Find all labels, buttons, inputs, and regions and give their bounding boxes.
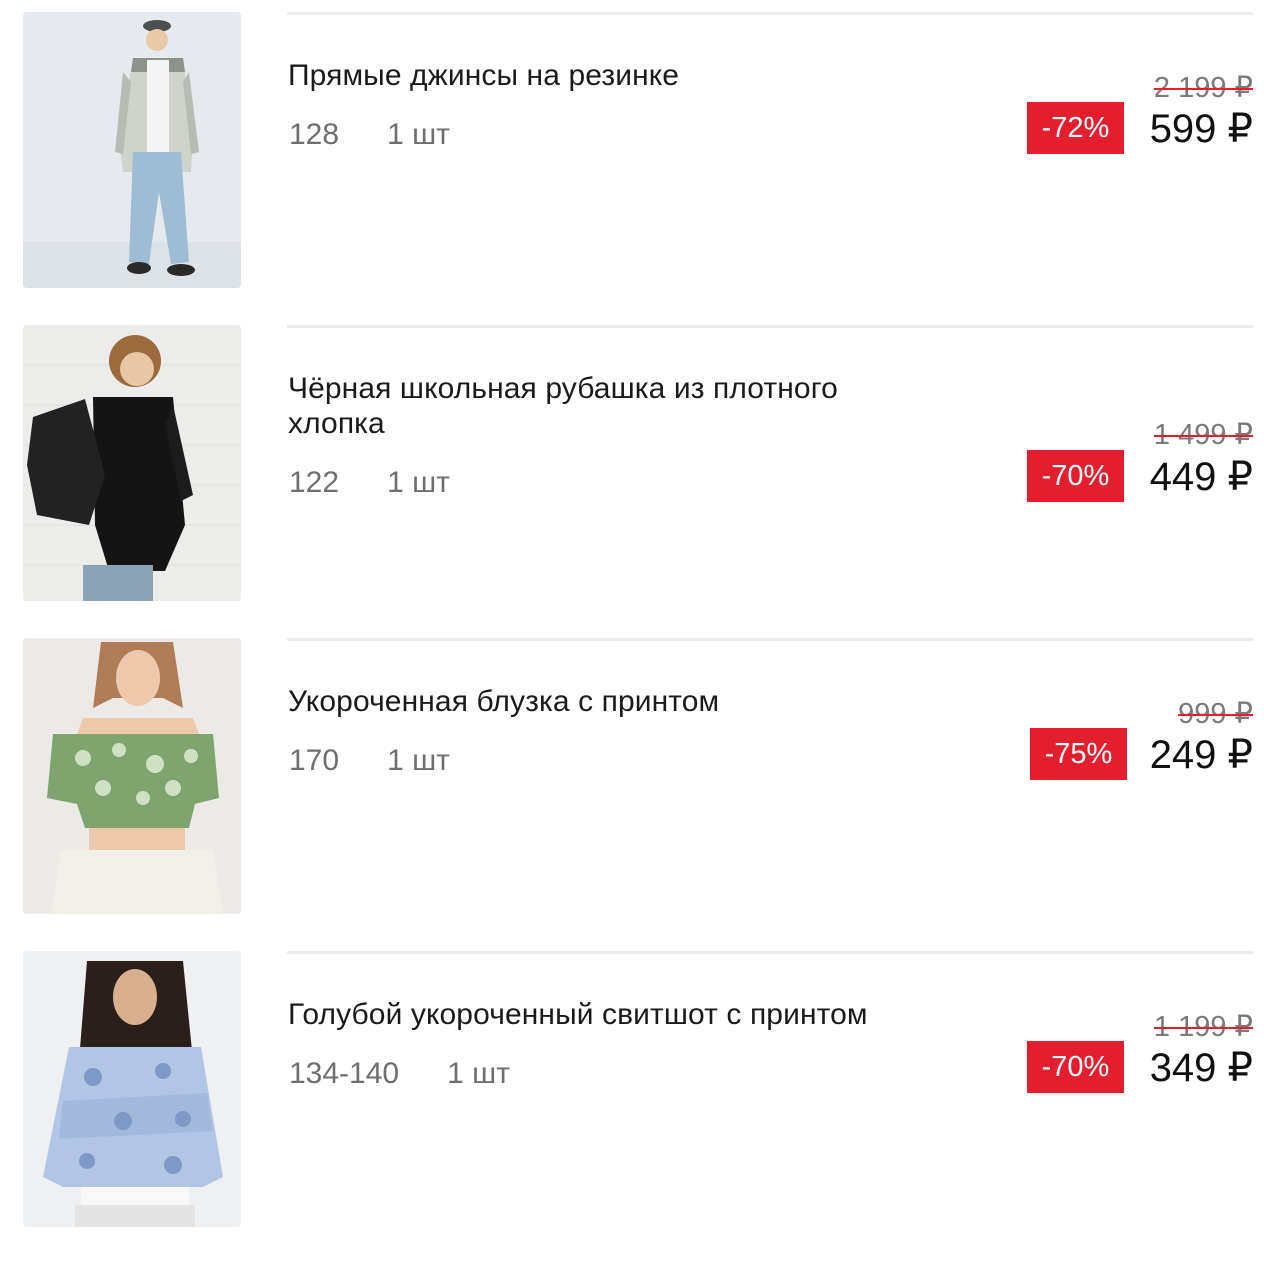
product-photo-jeans xyxy=(23,12,241,288)
product-size: 122 xyxy=(289,466,340,499)
current-price: 449 ₽ xyxy=(1149,455,1253,499)
product-title[interactable]: Чёрная школьная рубашка из плотного хлоп… xyxy=(288,371,898,441)
product-meta: 128 1 шт xyxy=(289,117,450,153)
cart-item[interactable]: Голубой укороченный свитшот с принтом 13… xyxy=(0,951,1276,1231)
product-meta: 122 1 шт xyxy=(289,465,450,501)
cart-item[interactable]: Чёрная школьная рубашка из плотного хлоп… xyxy=(0,325,1276,605)
product-title[interactable]: Голубой укороченный свитшот с принтом xyxy=(288,997,928,1032)
product-image[interactable] xyxy=(23,325,241,601)
product-image[interactable] xyxy=(23,951,241,1227)
product-image[interactable] xyxy=(23,638,241,914)
cart-item[interactable]: Укороченная блузка с принтом 170 1 шт 999… xyxy=(0,638,1276,918)
product-quantity: 1 шт xyxy=(387,118,450,151)
current-price: 249 ₽ xyxy=(1149,733,1253,777)
product-size: 128 xyxy=(289,118,340,151)
product-photo-blue-sweatshirt xyxy=(23,951,241,1227)
old-price: 2 199 ₽ xyxy=(1153,72,1253,104)
discount-badge: -70% xyxy=(1027,1041,1124,1093)
item-divider xyxy=(287,12,1253,15)
product-quantity: 1 шт xyxy=(447,1057,510,1090)
old-price: 1 499 ₽ xyxy=(1153,419,1253,451)
product-image[interactable] xyxy=(23,12,241,288)
product-photo-cropped-blouse xyxy=(23,638,241,914)
current-price: 349 ₽ xyxy=(1149,1046,1253,1090)
discount-badge: -70% xyxy=(1027,450,1124,502)
product-meta: 170 1 шт xyxy=(289,743,450,779)
old-price: 1 199 ₽ xyxy=(1153,1011,1253,1043)
cart-item[interactable]: Прямые джинсы на резинке 128 1 шт 2 199 ₽… xyxy=(0,12,1276,292)
item-divider xyxy=(287,951,1253,954)
item-divider xyxy=(287,638,1253,641)
product-title[interactable]: Укороченная блузка с принтом xyxy=(288,684,888,719)
old-price: 999 ₽ xyxy=(1178,698,1253,730)
product-title[interactable]: Прямые джинсы на резинке xyxy=(288,58,888,93)
discount-badge: -75% xyxy=(1030,728,1127,780)
product-size: 134-140 xyxy=(289,1057,400,1090)
product-quantity: 1 шт xyxy=(387,466,450,499)
current-price: 599 ₽ xyxy=(1149,107,1253,151)
product-photo-black-shirt xyxy=(23,325,241,601)
discount-badge: -72% xyxy=(1027,102,1124,154)
product-size: 170 xyxy=(289,744,340,777)
product-meta: 134-140 1 шт xyxy=(289,1056,510,1092)
product-quantity: 1 шт xyxy=(387,744,450,777)
item-divider xyxy=(287,325,1253,328)
